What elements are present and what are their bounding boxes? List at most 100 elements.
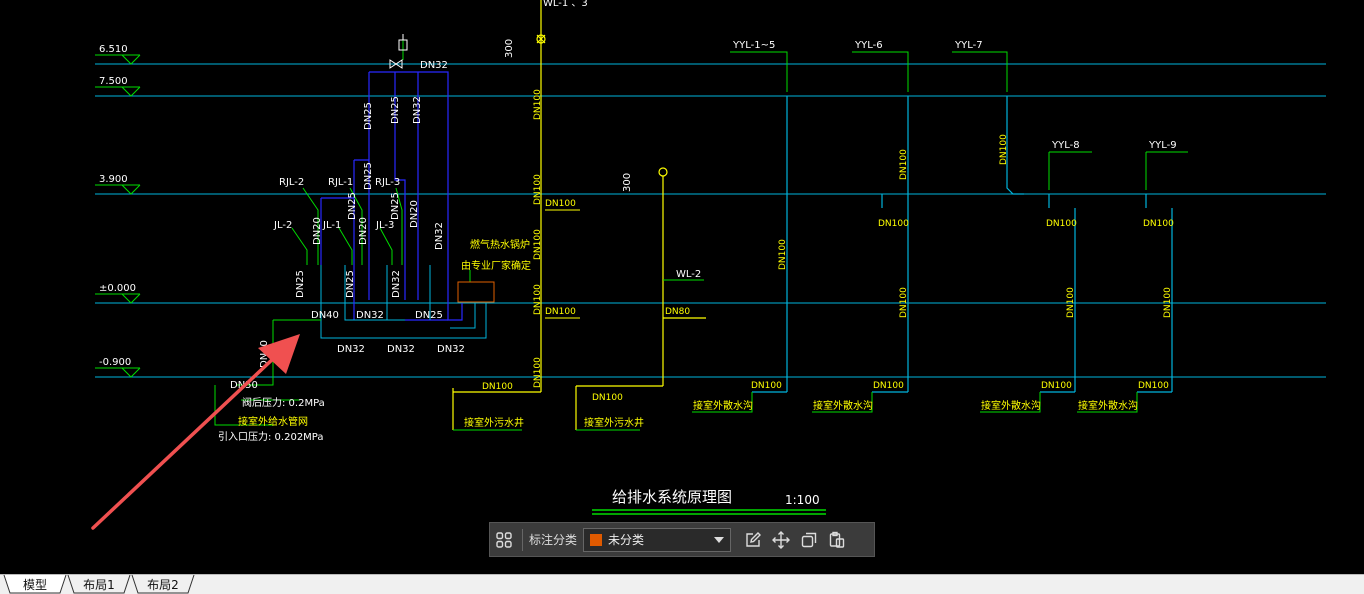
paste-icon[interactable] [823, 526, 851, 554]
chevron-down-icon [714, 536, 725, 543]
level-label-2: 7.500 [99, 76, 128, 87]
dim-dn100-k: DN100 [999, 134, 1009, 165]
supply-main [214, 35, 471, 426]
tab-layout1-label: 布局1 [83, 578, 115, 592]
dim-dn25-h: DN25 [415, 310, 443, 321]
annotation-toolbar: 标注分类 未分类 [489, 522, 875, 557]
level-label-5: -0.900 [99, 357, 131, 368]
dim-dn32-c: DN32 [434, 222, 445, 250]
rain-pipes [752, 96, 1173, 393]
dim-dn100-o: DN100 [1163, 287, 1173, 318]
note-sewer-well-2: 接室外污水井 [584, 416, 644, 429]
dim-dn25-a: DN25 [363, 102, 374, 130]
dim-dn100-t: DN100 [873, 381, 904, 391]
level-label-4: ±0.000 [99, 283, 136, 294]
tab-model[interactable]: 模型 [2, 575, 68, 594]
dim-dn32-f: DN32 [337, 344, 365, 355]
label-rjl3: RJL-3 [375, 177, 400, 188]
note-rain-3: 接室外散水沟 [981, 399, 1041, 412]
annotation-category-select[interactable]: 未分类 [583, 527, 732, 552]
dim-dn40-a: DN40 [311, 310, 339, 321]
dim-dn100-l: DN100 [778, 239, 788, 270]
label-jl2: JL-2 [273, 220, 292, 231]
dim-dn100-j: DN100 [899, 149, 909, 180]
category-color-swatch [590, 533, 603, 546]
note-boiler-1: 燃气热水锅炉 [470, 238, 530, 251]
dim-dn100-n: DN100 [1066, 287, 1076, 318]
label-wl1: WL-1 、3 [543, 0, 588, 9]
label-wl2: WL-2 [676, 269, 701, 280]
level-label-3: 3.900 [99, 174, 128, 185]
dim-dn100-v: DN100 [1138, 381, 1169, 391]
dim-dn32-d: DN32 [391, 270, 402, 298]
dim-dn20-c: DN20 [358, 217, 369, 245]
copy-icon[interactable] [795, 526, 823, 554]
dim-dn25-b: DN25 [390, 96, 401, 124]
dim-dn100-q: DN100 [1046, 219, 1077, 229]
dim-dn32-h: DN32 [437, 344, 465, 355]
dim-dn25-g: DN25 [345, 270, 356, 298]
dim-dn32-e: DN32 [356, 310, 384, 321]
branch-stubs [545, 209, 580, 319]
label-rjl1: RJL-1 [328, 177, 353, 188]
drawing-title: 给排水系统原理图 [612, 488, 732, 506]
move-icon[interactable] [767, 526, 795, 554]
level-marks [95, 54, 141, 378]
tab-layout2[interactable]: 布局2 [130, 575, 196, 594]
dim-300-a: 300 [504, 39, 515, 58]
dim-dn100-b: DN100 [533, 174, 543, 205]
level-label-1: 6.510 [99, 44, 128, 55]
dim-dn100-a: DN100 [533, 89, 543, 120]
dim-dn100-r: DN100 [1143, 219, 1174, 229]
tab-layout2-label: 布局2 [147, 578, 179, 592]
dim-dn100-d: DN100 [533, 284, 543, 315]
dim-dn20-a: DN20 [409, 200, 420, 228]
dim-dn100-p: DN100 [878, 219, 909, 229]
note-valve-pressure: 阀后压力: 0.2MPa [242, 396, 325, 409]
cad-viewport[interactable]: 6.510 7.500 3.900 ±0.000 -0.900 WL-1 、3 … [0, 0, 1364, 574]
dim-dn100-e: DN100 [533, 357, 543, 388]
dim-dn80: DN80 [665, 307, 690, 317]
note-rain-4: 接室外散水沟 [1078, 399, 1138, 412]
sewer-riser-wl2 [575, 167, 706, 430]
layout-tab-bar: 模型 布局1 布局2 [0, 574, 1364, 594]
tab-model-label: 模型 [22, 578, 47, 592]
label-rjl2: RJL-2 [279, 177, 304, 188]
dim-dn25-f: DN25 [295, 270, 306, 298]
label-yyl8: YYL-8 [1051, 140, 1080, 151]
rain-leaders [692, 51, 1188, 413]
label-yyl9: YYL-9 [1148, 140, 1177, 151]
note-inlet-pressure: 引入口压力: 0.202MPa [218, 430, 324, 443]
dim-dn20-b: DN20 [312, 217, 323, 245]
dim-dn100-u: DN100 [1041, 381, 1072, 391]
note-sewer-well-1: 接室外污水井 [464, 416, 524, 429]
dim-dn100-s: DN100 [751, 381, 782, 391]
label-jl3: JL-3 [375, 220, 394, 231]
edit-icon[interactable] [739, 526, 767, 554]
dim-dn25-c: DN25 [363, 162, 374, 190]
dim-dn25-e: DN25 [390, 192, 401, 220]
label-yyl15: YYL-1~5 [732, 40, 775, 51]
dim-dn32-g: DN32 [387, 344, 415, 355]
dim-dn100-g: DN100 [545, 307, 576, 317]
dim-300-b: 300 [622, 173, 633, 192]
label-jl1: JL-1 [322, 220, 341, 231]
dim-dn100-m: DN100 [899, 287, 909, 318]
note-rain-2: 接室外散水沟 [813, 399, 873, 412]
drawing-scale: 1:100 [785, 493, 820, 507]
title-underline [592, 509, 826, 515]
tab-layout1[interactable]: 布局1 [66, 575, 132, 594]
drawing-canvas[interactable]: 6.510 7.500 3.900 ±0.000 -0.900 WL-1 、3 … [0, 0, 1364, 574]
boiler-box [457, 281, 495, 303]
dim-dn32-b: DN32 [412, 96, 423, 124]
note-boiler-2: 由专业厂家确定 [461, 259, 531, 272]
annotation-category-label: 标注分类 [529, 533, 578, 547]
label-yyl7: YYL-7 [954, 40, 983, 51]
toolbar-separator [522, 528, 523, 551]
dim-dn25-d: DN25 [347, 192, 358, 220]
grid-icon[interactable] [490, 526, 518, 554]
category-selected-value: 未分类 [608, 533, 645, 547]
dim-dn100-c: DN100 [533, 229, 543, 260]
label-yyl6: YYL-6 [854, 40, 883, 51]
top-valve-symbol [389, 34, 408, 69]
